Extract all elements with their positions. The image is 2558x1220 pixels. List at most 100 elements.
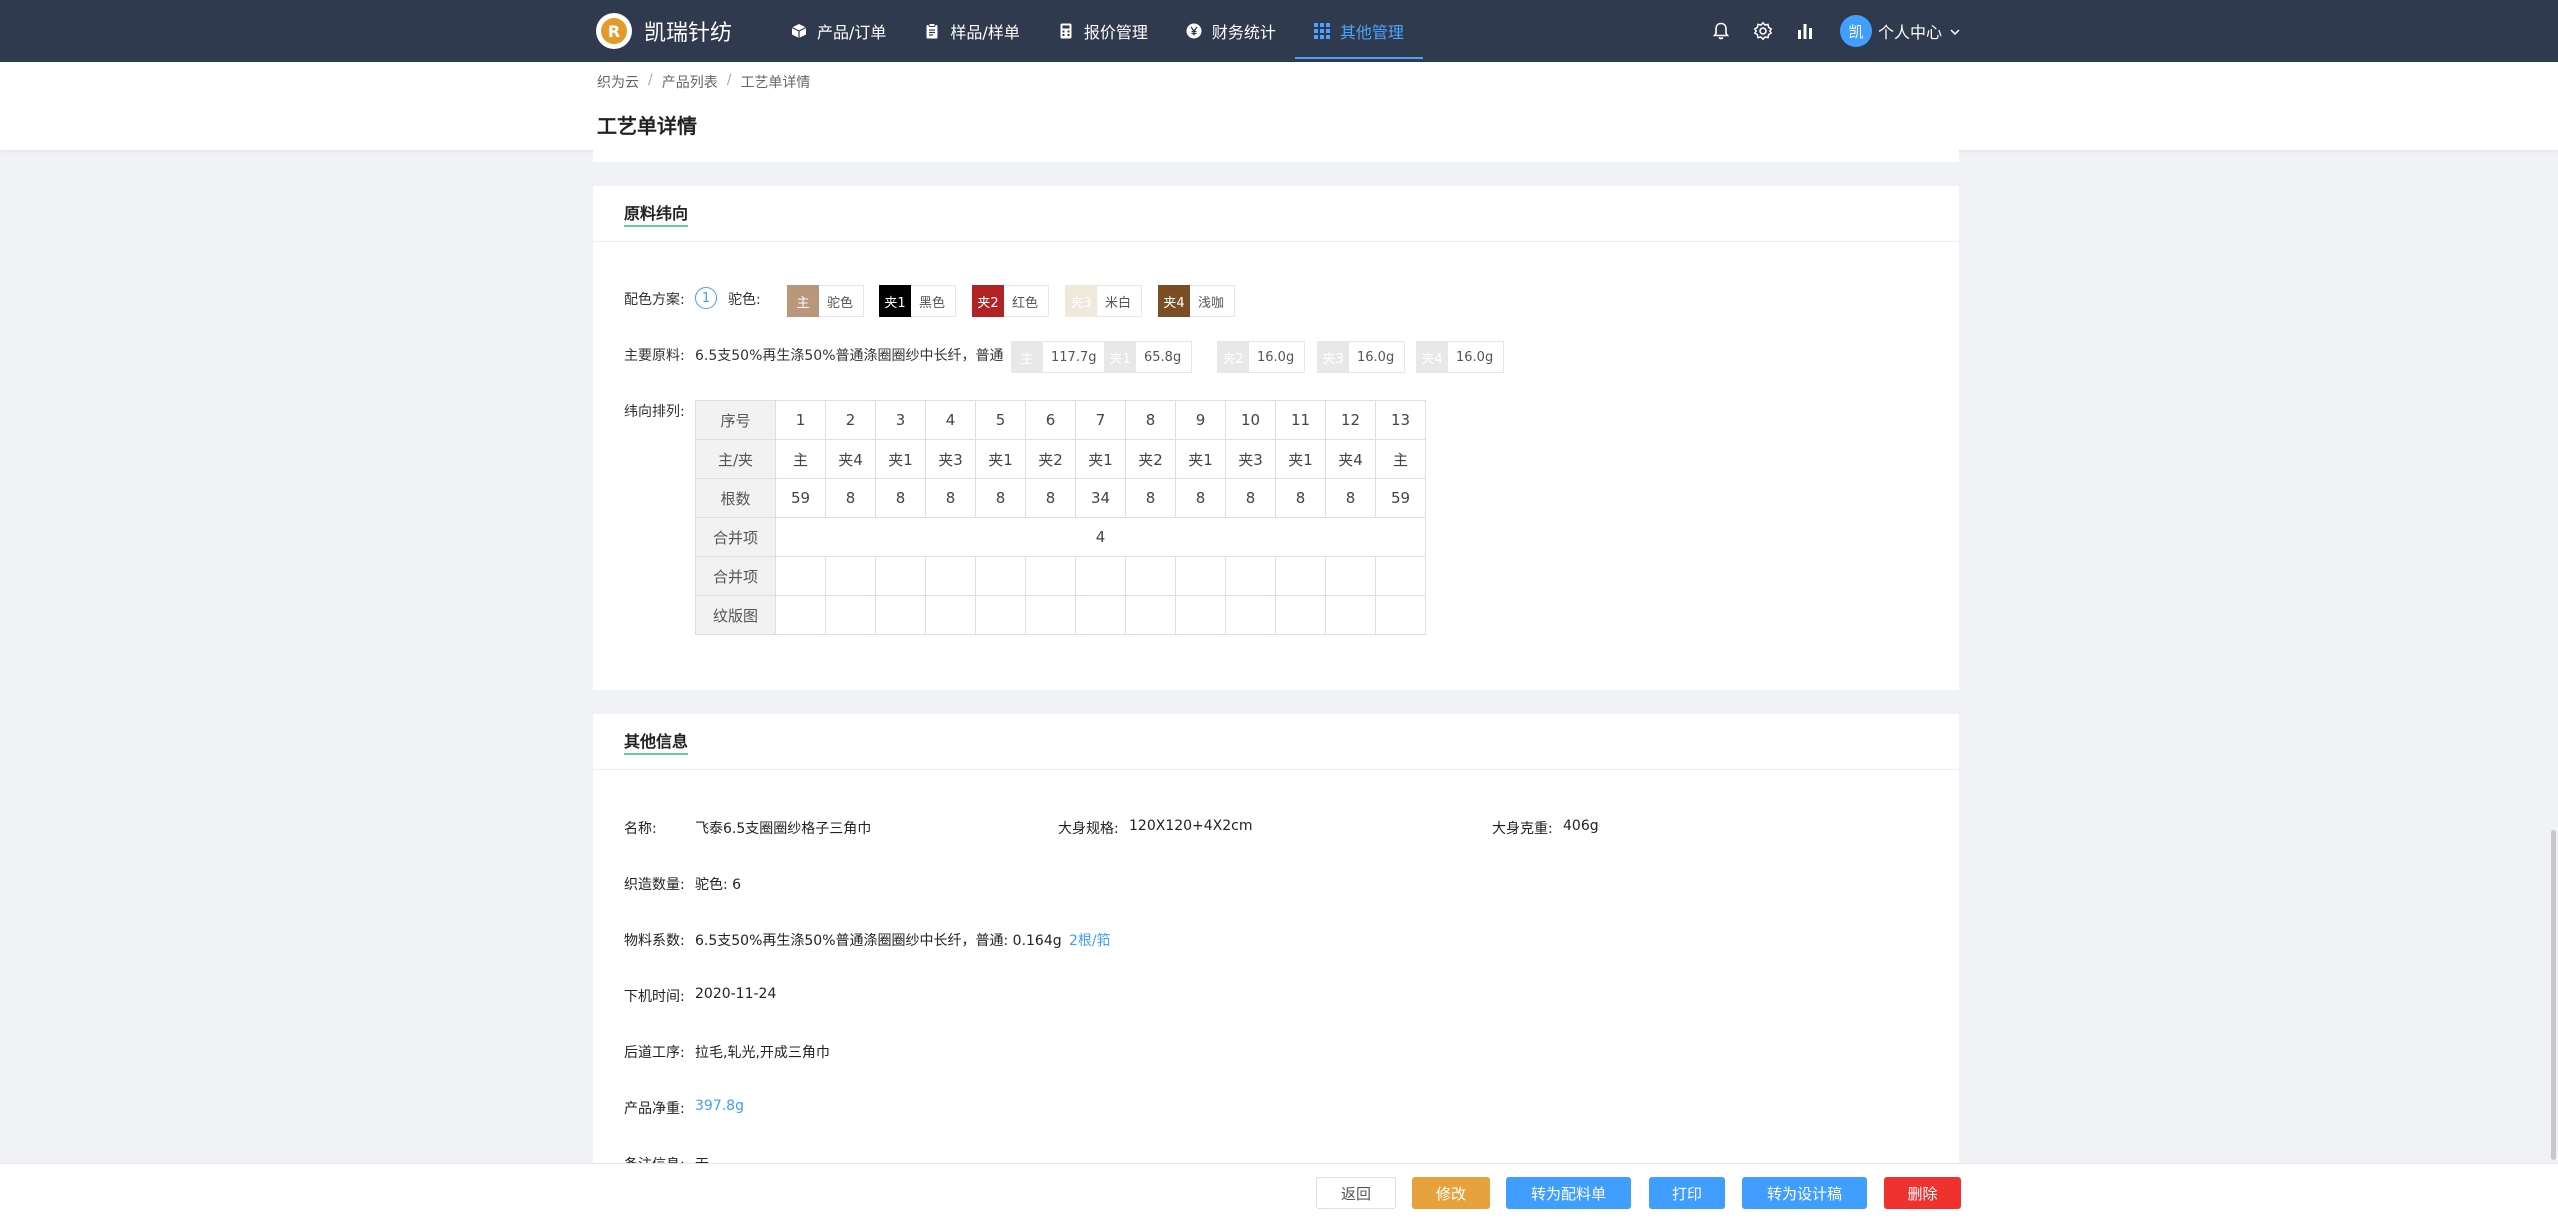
process-label: 后道工序:	[624, 1045, 685, 1061]
qty-value: 驼色: 6	[695, 877, 742, 893]
card-header: 原料纬向	[593, 186, 1959, 242]
empty-cell	[875, 595, 926, 635]
swatch-chip: 夹3	[1317, 341, 1349, 373]
empty-cell	[1225, 556, 1276, 596]
brand-logo[interactable]: R	[596, 13, 632, 49]
bell-icon[interactable]	[1710, 20, 1732, 42]
card-title: 其他信息	[624, 728, 689, 755]
empty-cell	[925, 556, 976, 596]
user-center-menu[interactable]: 个人中心	[1878, 19, 1942, 43]
count-row: 根数 59 8 8 8 8 8 34 8 8 8 8 8 59	[695, 478, 1426, 518]
to-design-button[interactable]: 转为设计稿	[1742, 1177, 1867, 1209]
empty-cell	[1175, 556, 1226, 596]
material-weight-jia1: 夹1 65.8g	[1104, 341, 1193, 373]
type-cell: 夹4	[1325, 439, 1376, 479]
row-header: 序号	[695, 400, 776, 440]
index-cell: 12	[1325, 400, 1376, 440]
scheme-number-badge[interactable]: 1	[695, 287, 717, 309]
row-header: 纹版图	[695, 595, 776, 635]
print-button[interactable]: 打印	[1649, 1177, 1725, 1209]
empty-cell	[1125, 595, 1176, 635]
empty-cell	[775, 556, 826, 596]
empty-cell	[1025, 595, 1076, 635]
chevron-down-icon[interactable]	[1948, 24, 1962, 38]
count-cell: 8	[875, 478, 926, 518]
color-swatch-jia2: 夹2 红色	[972, 285, 1050, 317]
size-value: 120X120+4X2cm	[1129, 818, 1253, 834]
weft-arrangement-table: 序号 1 2 3 4 5 6 7 8 9 10 11 12 13 主/夹 主 夹…	[695, 400, 1426, 635]
card-title: 原料纬向	[624, 200, 689, 227]
type-cell: 主	[1375, 439, 1426, 479]
clipboard-icon	[924, 23, 940, 39]
main-material-label: 主要原料:	[624, 348, 685, 364]
color-swatch-jia4: 夹4 浅咖	[1158, 285, 1236, 317]
type-cell: 夹1	[875, 439, 926, 479]
index-cell: 6	[1025, 400, 1076, 440]
page-title: 工艺单详情	[597, 114, 697, 138]
swatch-chip: 主	[787, 285, 819, 317]
swatch-chip: 夹2	[972, 285, 1004, 317]
empty-cell	[975, 595, 1026, 635]
coef-label: 物料系数:	[624, 933, 685, 949]
menu-other-management[interactable]: 其他管理	[1294, 0, 1423, 62]
weight-value: 16.0g	[1456, 349, 1494, 365]
menu-samples[interactable]: 样品/样单	[905, 0, 1038, 62]
count-cell: 8	[1125, 478, 1176, 518]
empty-cell	[1075, 556, 1126, 596]
empty-cell	[1275, 556, 1326, 596]
delete-button[interactable]: 删除	[1884, 1177, 1961, 1209]
action-bar: 返回 修改 转为配料单 打印 转为设计稿 删除	[0, 1163, 2558, 1220]
swatch-chip: 夹4	[1158, 285, 1190, 317]
type-cell: 夹1	[975, 439, 1026, 479]
count-cell: 8	[1225, 478, 1276, 518]
card-header: 其他信息	[593, 714, 1959, 770]
name-label: 名称:	[624, 821, 657, 837]
edit-button[interactable]: 修改	[1412, 1177, 1490, 1209]
to-material-button[interactable]: 转为配料单	[1506, 1177, 1631, 1209]
weight-value: 406g	[1563, 818, 1599, 834]
yen-coin-icon	[1186, 23, 1202, 39]
other-info-card: 其他信息 名称: 飞泰6.5支圈圈纱格子三角巾 大身规格: 120X120+4X…	[593, 714, 1959, 1163]
breadcrumb-separator: /	[726, 72, 732, 88]
brand-name[interactable]: 凯瑞针纺	[644, 15, 732, 47]
type-cell: 夹3	[925, 439, 976, 479]
count-cell: 8	[1325, 478, 1376, 518]
avatar[interactable]: 凯	[1839, 15, 1872, 47]
type-cell: 夹2	[1125, 439, 1176, 479]
index-cell: 11	[1275, 400, 1326, 440]
grid-icon	[1313, 23, 1330, 39]
reed-link[interactable]: 2根/筘	[1069, 930, 1111, 950]
row-header: 根数	[695, 478, 776, 518]
menu-quotes[interactable]: 报价管理	[1039, 0, 1167, 62]
remark-label: 备注信息:	[624, 1154, 685, 1163]
index-cell: 7	[1075, 400, 1126, 440]
type-cell: 夹1	[1275, 439, 1326, 479]
material-weight-jia2: 夹2 16.0g	[1217, 341, 1306, 373]
gear-icon[interactable]	[1752, 20, 1774, 42]
net-weight-label: 产品净重:	[624, 1101, 685, 1117]
breadcrumb-separator: /	[648, 72, 653, 88]
empty-cell	[1175, 595, 1226, 635]
menu-label: 财务统计	[1211, 23, 1276, 42]
net-weight-value[interactable]: 397.8g	[695, 1098, 744, 1114]
index-cell: 10	[1225, 400, 1276, 440]
index-cell: 4	[925, 400, 976, 440]
breadcrumb-item[interactable]: 织为云	[597, 72, 639, 92]
breadcrumb-item[interactable]: 产品列表	[662, 72, 718, 92]
empty-cell	[825, 556, 876, 596]
type-cell: 主	[775, 439, 826, 479]
menu-products-orders[interactable]: 产品/订单	[772, 0, 905, 62]
back-button[interactable]: 返回	[1316, 1177, 1396, 1209]
page-scrollbar[interactable]	[2551, 830, 2556, 1160]
index-cell: 5	[975, 400, 1026, 440]
remark-value: 无	[695, 1154, 709, 1163]
bar-chart-icon[interactable]	[1794, 20, 1816, 42]
menu-finance[interactable]: 财务统计	[1167, 0, 1295, 62]
count-cell: 8	[1275, 478, 1326, 518]
count-cell: 59	[775, 478, 826, 518]
color-swatch-jia3: 夹3 米白	[1065, 285, 1143, 317]
top-navbar: R 凯瑞针纺 产品/订单 样品/样单 报价管理 财务统计 其他管理 凯 个人中心	[0, 0, 2558, 62]
color-scheme-label: 配色方案:	[624, 292, 685, 308]
index-cell: 8	[1125, 400, 1176, 440]
type-row: 主/夹 主 夹4 夹1 夹3 夹1 夹2 夹1 夹2 夹1 夹3 夹1 夹4 主	[695, 439, 1426, 479]
